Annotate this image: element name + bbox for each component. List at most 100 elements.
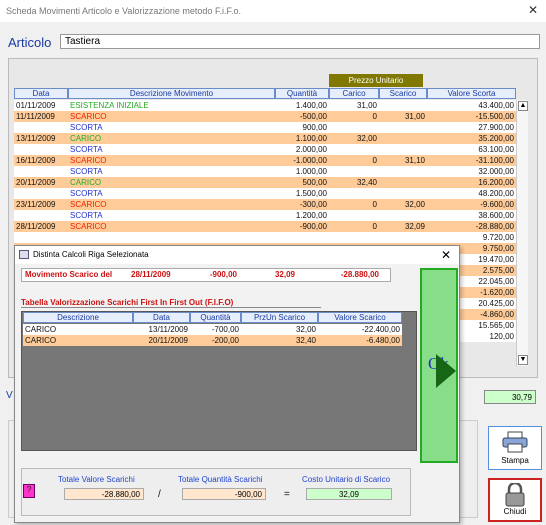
grid-cell-qta: 1.400,00 <box>295 101 327 110</box>
grid-cell-sca <box>379 133 427 144</box>
scroll-down-icon[interactable]: ▼ <box>518 355 528 365</box>
movimento-summary: Movimento Scarico del 28/11/2009 -900,00… <box>21 268 391 282</box>
fifo-col-data[interactable]: Data <box>133 312 190 323</box>
grid-cell-qta: 500,00 <box>302 178 327 187</box>
table-row[interactable]: SCORTA 900,00 27.900,00 <box>14 122 516 133</box>
grid-cell-val: 9.720,00 <box>482 233 514 242</box>
fifo-cell-qta: -200,00 <box>211 336 239 345</box>
totale-quantita-field: -900,00 <box>182 488 266 500</box>
fifo-cell-data: 20/11/2009 <box>148 336 188 345</box>
table-row[interactable]: SCORTA 2.000,00 63.100,00 <box>14 144 516 155</box>
grid-cell-qta: 2.000,00 <box>295 145 327 154</box>
costo-unitario-label: Costo Unitario di Scarico <box>302 475 391 484</box>
articolo-label: Articolo <box>8 35 52 50</box>
grid-cell-car: 32,00 <box>356 134 377 143</box>
close-icon[interactable]: ✕ <box>528 3 538 17</box>
movimento-value: -28.880,00 <box>340 270 379 279</box>
grid-cell-sca <box>379 188 427 199</box>
table-row[interactable]: 9.720,00 <box>14 232 516 243</box>
grid-cell-sca <box>379 122 427 133</box>
col-header-descrizione[interactable]: Descrizione Movimento <box>68 88 275 99</box>
table-row[interactable]: CARICO 13/11/2009 -700,00 32,00 -22.400,… <box>23 324 402 335</box>
col-header-data[interactable]: Data <box>14 88 68 99</box>
grid-cell-car: 0 <box>372 200 377 209</box>
table-row[interactable]: 01/11/2009 ESISTENZA INIZIALE 1.400,00 31,0… <box>14 100 516 111</box>
table-row[interactable]: 11/11/2009 SCARICO -500,00 0 31,00 -15.500,00 <box>14 111 516 122</box>
table-row[interactable]: 28/11/2009 SCARICO -900,00 0 32,09 -28.880,00 <box>14 221 516 232</box>
table-row[interactable]: 23/11/2009 SCARICO -300,00 0 32,00 -9.600,00 <box>14 199 516 210</box>
totale-valore-field: -28.880,00 <box>64 488 144 500</box>
grid-cell-qta: 1.100,00 <box>295 134 327 143</box>
grid-cell-qta: 1.200,00 <box>295 211 327 220</box>
grid-cell-val: 38.600,00 <box>478 211 514 220</box>
grid-cell-data <box>14 166 68 177</box>
grid-cell-desc: SCORTA <box>70 167 103 176</box>
table-row[interactable]: 16/11/2009 SCARICO -1.000,00 0 31,10 -31.100,… <box>14 155 516 166</box>
fifo-col-descrizione[interactable]: Descrizione <box>23 312 133 323</box>
grid-cell-data <box>14 232 68 243</box>
grid-cell-val: 27.900,00 <box>478 123 514 132</box>
grid-cell-data: 23/11/2009 <box>16 200 56 209</box>
table-row[interactable]: 20/11/2009 CARICO 500,00 32,40 16.200,00 <box>14 177 516 188</box>
grid-cell-desc: CARICO <box>70 178 102 187</box>
grid-cell-desc: CARICO <box>70 134 102 143</box>
table-row[interactable]: CARICO 20/11/2009 -200,00 32,40 -6.480,0… <box>23 335 402 346</box>
grid-cell-desc: ESISTENZA INIZIALE <box>70 101 149 110</box>
grid-scrollbar[interactable]: ▲ ▼ <box>516 100 528 366</box>
printer-icon <box>502 431 528 453</box>
arrow-right-icon <box>436 354 456 388</box>
grid-cell-qta: 900,00 <box>302 123 327 132</box>
grid-cell-car: 32,40 <box>356 178 377 187</box>
grid-cell-qta: -500,00 <box>299 112 327 121</box>
col-header-carico[interactable]: Carico <box>329 88 379 99</box>
grid-cell-car <box>329 166 379 177</box>
fifo-cell-desc: CARICO <box>25 336 57 345</box>
grid-cell-sca: 31,00 <box>404 112 425 121</box>
fifo-cell-prz: 32,00 <box>295 325 316 334</box>
grid-cell-val: -28.880,00 <box>475 222 514 231</box>
grid-cell-car <box>329 188 379 199</box>
movimento-date: 28/11/2009 <box>131 270 171 279</box>
col-header-quantita[interactable]: Quantità <box>275 88 329 99</box>
lock-icon <box>505 481 525 507</box>
dialog-close-icon[interactable]: ✕ <box>441 248 451 262</box>
grid-cell-desc: SCARICO <box>70 156 107 165</box>
col-header-scarico[interactable]: Scarico <box>379 88 427 99</box>
grid-cell-desc: SCORTA <box>70 123 103 132</box>
grid-cell-desc: SCARICO <box>70 112 107 121</box>
stampa-button[interactable]: Stampa <box>488 426 542 470</box>
articolo-field[interactable]: Tastiera <box>60 34 540 49</box>
grid-cell-desc: SCORTA <box>70 145 103 154</box>
grid-cell-desc: SCARICO <box>70 200 107 209</box>
grid-cell-qta: -1.000,00 <box>293 156 327 165</box>
detail-dialog: Distinta Calcoli Riga Selezionata ✕ Movi… <box>14 245 460 523</box>
fifo-col-quantita[interactable]: Quantità <box>190 312 241 323</box>
window-title: Scheda Movimenti Articolo e Valorizzazio… <box>0 0 546 22</box>
grid-cell-car <box>329 210 379 221</box>
grid-cell-car <box>329 122 379 133</box>
scroll-up-icon[interactable]: ▲ <box>518 101 528 111</box>
ok-button[interactable]: Ok <box>420 268 458 463</box>
table-row[interactable]: 13/11/2009 CARICO 1.100,00 32,00 35.200,00 <box>14 133 516 144</box>
avg-cost-field: 30,79 <box>484 390 536 404</box>
fifo-cell-data: 13/11/2009 <box>148 325 188 334</box>
chiudi-button[interactable]: Chiudi <box>488 478 542 522</box>
grid-cell-data <box>14 144 68 155</box>
table-row[interactable]: SCORTA 1.000,00 32.000,00 <box>14 166 516 177</box>
grid-cell-qta <box>275 232 329 243</box>
grid-cell-val: 48.200,00 <box>478 189 514 198</box>
grid-cell-data: 13/11/2009 <box>16 134 56 143</box>
grid-cell-val: -9.600,00 <box>480 200 514 209</box>
fifo-col-przun[interactable]: PrzUn Scarico <box>241 312 318 323</box>
table-row[interactable]: SCORTA 1.200,00 38.600,00 <box>14 210 516 221</box>
col-header-valore-scorta[interactable]: Valore Scorta <box>427 88 516 99</box>
totale-valore-label: Totale Valore Scarichi <box>58 475 135 484</box>
table-row[interactable]: SCORTA 1.500,00 48.200,00 <box>14 188 516 199</box>
grid-cell-val: 16.200,00 <box>478 178 514 187</box>
grid-cell-val: -31.100,00 <box>475 156 514 165</box>
grid-cell-car <box>329 232 379 243</box>
grid-cell-sca <box>379 232 427 243</box>
fifo-col-valore[interactable]: Valore Scarico <box>318 312 402 323</box>
help-icon[interactable]: ? <box>23 484 35 498</box>
grid-cell-qta: 1.000,00 <box>295 167 327 176</box>
